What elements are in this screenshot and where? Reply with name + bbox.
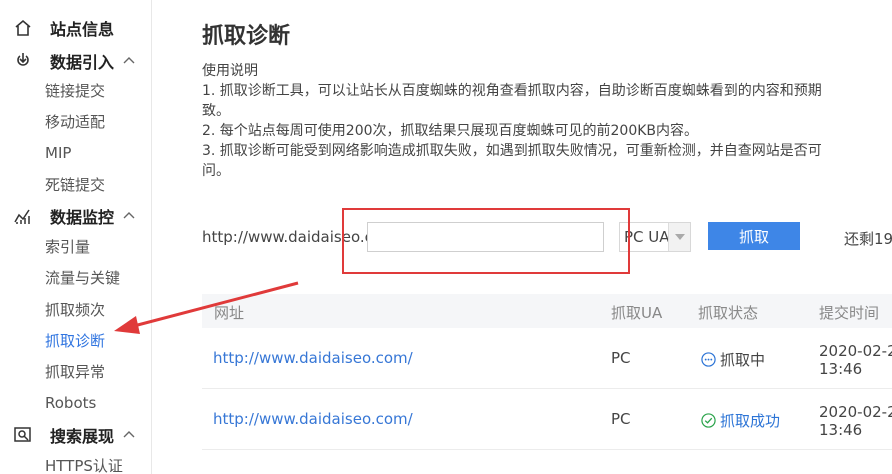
column-header-url: 网址 [214, 304, 245, 322]
sidebar-item-deadlink-submit[interactable]: 死链提交 [45, 173, 105, 197]
row-status-text: 抓取成功 [720, 412, 781, 430]
table-row: http://www.daidaiseo.com/ PC 抓取中 2020-02… [202, 328, 892, 389]
sidebar-section-data-import[interactable]: 数据引入 [0, 46, 152, 76]
row-url-link[interactable]: http://www.daidaiseo.com/ [213, 410, 413, 428]
usage-line: 致。 [202, 103, 230, 119]
data-import-icon [13, 51, 33, 71]
sidebar-item-link-submit[interactable]: 链接提交 [45, 79, 105, 103]
row-time: 13:46 [819, 421, 863, 439]
column-header-time: 提交时间 [819, 304, 880, 322]
sidebar-item-mobile-adapt[interactable]: 移动适配 [45, 110, 105, 134]
row-submit-time: 2020-02-2 13:46 [819, 403, 892, 439]
sidebar-item-index-volume[interactable]: 索引量 [45, 235, 90, 259]
success-check-icon [701, 413, 716, 428]
table-row: http://www.daidaiseo.com/ PC 抓取成功 2020-0… [202, 389, 892, 450]
sidebar-item-mip[interactable]: MIP [45, 141, 71, 165]
monitor-icon [13, 206, 33, 226]
row-url-link[interactable]: http://www.daidaiseo.com/ [213, 349, 413, 367]
row-status[interactable]: 抓取成功 [701, 410, 780, 431]
chevron-up-icon[interactable] [122, 54, 136, 68]
table-header: 网址 抓取UA 抓取状态 提交时间 [202, 294, 892, 328]
remaining-count: 还剩19 [844, 230, 892, 248]
sidebar-section-label: 站点信息 [50, 20, 115, 39]
usage-line: 3. 抓取诊断可能受到网络影响造成抓取失败，如遇到抓取失败情况，可重新检测，并自… [202, 143, 822, 159]
row-status-text: 抓取中 [720, 351, 766, 369]
usage-line: 1. 抓取诊断工具，可以让站长从百度蜘蛛的视角查看抓取内容，自助诊断百度蜘蛛看到… [202, 83, 822, 99]
fetch-button[interactable]: 抓取 [708, 222, 800, 250]
url-prefix: http://www.daidaiseo.com/ [202, 228, 368, 246]
row-status: 抓取中 [701, 349, 765, 370]
chevron-up-icon[interactable] [122, 428, 136, 442]
sidebar-item-crawl-errors[interactable]: 抓取异常 [45, 360, 105, 384]
usage-line: 问。 [202, 163, 230, 179]
sidebar-section-data-monitor[interactable]: 数据监控 [0, 201, 152, 231]
row-ua: PC [611, 349, 631, 367]
usage-line: 2. 每个站点每周可使用200次，抓取结果只展现百度蜘蛛可见的前200KB内容。 [202, 123, 699, 139]
caret-down-icon[interactable] [668, 223, 690, 251]
ua-select[interactable]: PC UA [619, 222, 691, 252]
pending-icon [701, 352, 716, 367]
sidebar-item-robots[interactable]: Robots [45, 391, 96, 415]
sidebar-section-label: 数据引入 [50, 53, 115, 72]
sidebar-section-search-display[interactable]: 搜索展现 [0, 420, 152, 450]
url-path-input[interactable] [367, 222, 604, 252]
sidebar: 站点信息 数据引入 链接提交 移动适配 MIP 死链提交 数据监控 索引量 流量… [0, 0, 152, 474]
column-header-status: 抓取状态 [698, 304, 759, 322]
usage-instructions: 使用说明 1. 抓取诊断工具，可以让站长从百度蜘蛛的视角查看抓取内容，自助诊断百… [202, 62, 892, 182]
sidebar-item-crawl-diagnosis[interactable]: 抓取诊断 [45, 329, 105, 353]
row-ua: PC [611, 410, 631, 428]
row-time: 13:46 [819, 360, 863, 378]
chevron-up-icon[interactable] [122, 209, 136, 223]
sidebar-section-label: 数据监控 [50, 208, 115, 227]
page-title: 抓取诊断 [202, 24, 291, 49]
home-icon [13, 18, 33, 38]
sidebar-item-crawl-frequency[interactable]: 抓取频次 [45, 298, 105, 322]
sidebar-item-https-auth[interactable]: HTTPS认证 [45, 454, 123, 474]
usage-heading: 使用说明 [202, 63, 258, 79]
column-header-ua: 抓取UA [611, 304, 663, 322]
row-submit-time: 2020-02-2 13:46 [819, 342, 892, 378]
sidebar-item-traffic-keywords[interactable]: 流量与关键 [45, 266, 120, 290]
search-display-icon [13, 425, 33, 445]
sidebar-section-label: 搜索展现 [50, 427, 115, 446]
row-date: 2020-02-2 [819, 342, 892, 360]
ua-select-value: PC UA [624, 228, 670, 246]
row-date: 2020-02-2 [819, 403, 892, 421]
sidebar-section-site-info[interactable]: 站点信息 [0, 13, 152, 43]
